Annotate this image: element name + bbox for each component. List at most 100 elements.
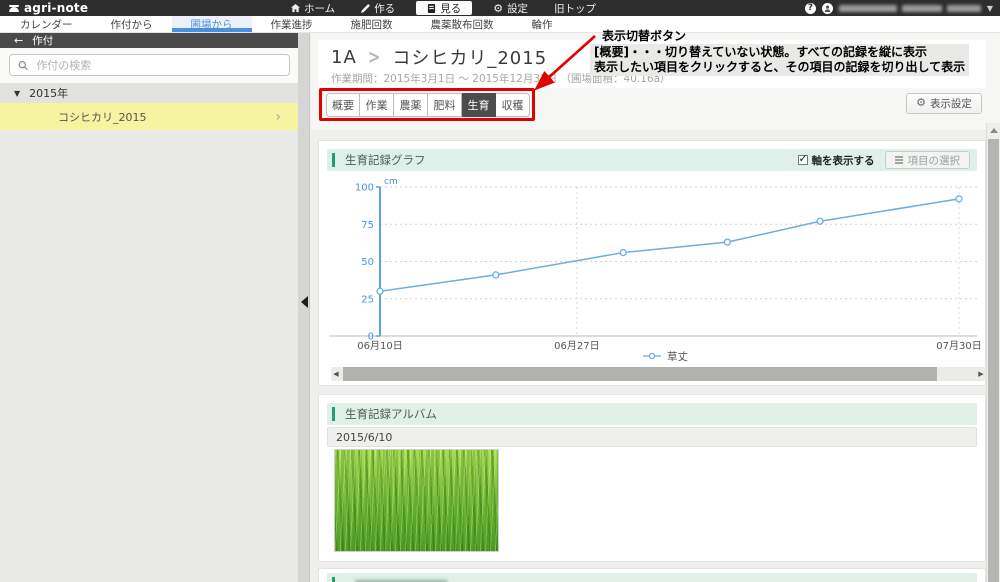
expander-triangle-icon: ▼ [14,88,21,98]
menu-view-label: 見る [440,2,462,15]
tab-fertilizer[interactable]: 肥料 [428,93,462,117]
menu-view[interactable]: 見る [416,1,473,15]
chart-section-title: 生育記録グラフ [345,153,426,167]
growth-album-card: 生育記録アルバム 2015/6/10 [318,394,986,562]
annotation-line-1: [概要]・・・切り替えていない状態。すべての記録を縦に表示 [594,45,928,59]
chart-horizontal-scrollbar[interactable]: ◀ ▶ [331,367,986,381]
planting-sidebar: ← 作付 ▼ 2015年 コシヒカリ_2015 › [0,33,310,582]
annotation-line-2: 表示したい項目をクリックすると、その項目の記録を切り出して表示 [594,60,966,74]
section-accent-bar [332,407,335,421]
account-caret-icon[interactable]: ▼ [987,4,993,13]
agri-note-app: agri-note ホーム 作る 見る ⚙ 設定 旧トップ ? ▼ カレンダー … [0,0,1000,582]
home-icon [291,3,300,12]
scrollbar-thumb[interactable] [988,139,999,582]
tab-pesticide[interactable]: 農薬 [394,93,428,117]
view-icon [428,3,436,13]
account-icon[interactable] [821,2,833,14]
svg-text:75: 75 [361,220,374,231]
sidebar-title: 作付 [32,35,54,47]
logo-icon [9,5,19,12]
scroll-up-icon[interactable] [987,123,1000,137]
back-arrow-icon[interactable]: ← [14,35,23,46]
nav-item-fertilization-count[interactable]: 施肥回数 [332,16,412,32]
user-name-redacted [838,4,981,12]
rice-field-photo[interactable] [334,449,499,552]
person-icon [824,5,831,12]
annotation-text: 表示切替ボタン [概要]・・・切り替えていない状態。すべての記録を縦に表示 表示… [590,29,970,76]
scrollbar-thumb[interactable] [343,367,937,381]
menu-settings[interactable]: ⚙ 設定 [480,0,541,16]
sidebar-header: ← 作付 [0,33,299,48]
sidebar-item-crop[interactable]: コシヒカリ_2015 › [0,103,299,130]
svg-text:cm: cm [384,177,398,187]
svg-text:50: 50 [361,257,374,268]
nav-item-calendar[interactable]: カレンダー [1,16,92,32]
menu-home[interactable]: ホーム [278,0,348,16]
menu-create-label: 作る [374,2,396,15]
topbar-account-area: ? ▼ [804,0,993,16]
sidebar-collapse-handle[interactable] [301,296,308,308]
page-vertical-scrollbar[interactable] [986,123,1000,582]
section-accent-bar [332,577,335,582]
nav-item-from-field[interactable]: 圃場から [171,16,252,32]
search-input[interactable] [34,57,281,73]
svg-text:草丈: 草丈 [667,351,688,363]
svg-text:25: 25 [361,294,374,305]
scroll-left-icon[interactable]: ◀ [331,370,341,378]
year-label: 2015年 [29,87,69,100]
sidebar-year-group[interactable]: ▼ 2015年 [0,83,299,103]
help-button[interactable]: ? [804,2,816,14]
svg-text:06月27日: 06月27日 [554,340,599,352]
svg-text:100: 100 [355,183,374,194]
select-items-button[interactable]: 項目の選択 [884,151,970,169]
svg-text:06月10日: 06月10日 [357,340,402,352]
axis-toggle-label: 軸を表示する [811,154,875,167]
album-date-row: 2015/6/10 [327,427,977,447]
menu-old-top-label: 旧トップ [554,2,597,15]
chart-section-header: 生育記録グラフ ✓ 軸を表示する 項目の選択 [327,149,977,171]
topbar-menu: ホーム 作る 見る ⚙ 設定 旧トップ [278,0,609,16]
tab-work[interactable]: 作業 [360,93,394,117]
growth-chart-card: 生育記録グラフ ✓ 軸を表示する 項目の選択 0 25 50 75 100 06月10日 0… [318,140,986,386]
topbar: agri-note ホーム 作る 見る ⚙ 設定 旧トップ ? ▼ [0,0,1000,16]
nav-item-pesticide-count[interactable]: 農薬散布回数 [412,16,513,32]
tab-growth[interactable]: 生育 [462,93,496,117]
menu-old-top[interactable]: 旧トップ [541,0,609,16]
app-logo[interactable]: agri-note [8,1,88,15]
annotation-body: [概要]・・・切り替えていない状態。すべての記録を縦に表示 表示したい項目をクリ… [590,44,970,76]
axis-toggle[interactable]: ✓ 軸を表示する [797,152,875,168]
nav-item-work-progress[interactable]: 作業進捗 [252,16,332,32]
scroll-right-icon[interactable]: ▶ [976,370,986,378]
nav-item-rotation[interactable]: 輪作 [513,16,572,32]
crop-label: コシヒカリ_2015 [58,110,147,124]
menu-home-label: ホーム [304,2,336,15]
chevron-right-icon: › [275,108,281,125]
menu-settings-label: 設定 [507,2,529,15]
breadcrumb: 1A > コシヒカリ_2015 [331,44,547,70]
menu-create[interactable]: 作る [348,0,408,16]
breadcrumb-field[interactable]: 1A [331,47,357,68]
growth-line-chart: 025507510006月10日 06月27日 07月30日cm草丈 [329,177,982,363]
display-settings-button[interactable]: ⚙ 表示設定 [906,93,982,114]
breadcrumb-crop: コシヒカリ_2015 [392,48,548,69]
display-settings-label: 表示設定 [929,98,972,110]
next-section-header [327,573,977,582]
pencil-icon [361,3,371,13]
gear-icon: ⚙ [493,1,504,15]
svg-text:07月30日: 07月30日 [936,340,981,352]
annotation-title: 表示切替ボタン [602,29,687,43]
tab-harvest[interactable]: 収穫 [496,93,530,117]
search-box [9,54,290,76]
tab-overview[interactable]: 概要 [326,93,360,117]
nav-item-from-planting[interactable]: 作付から [92,16,172,32]
checkbox-checked-icon[interactable]: ✓ [797,152,808,165]
album-section-title: 生育記録アルバム [345,407,437,421]
gear-icon: ⚙ [916,97,926,109]
list-icon [894,156,903,164]
next-section-card [318,568,986,582]
album-section-header: 生育記録アルバム [327,403,977,425]
section-accent-bar [332,153,335,167]
search-icon [18,60,28,70]
breadcrumb-separator-icon: > [367,45,382,69]
sidebar-search-area [0,48,299,83]
